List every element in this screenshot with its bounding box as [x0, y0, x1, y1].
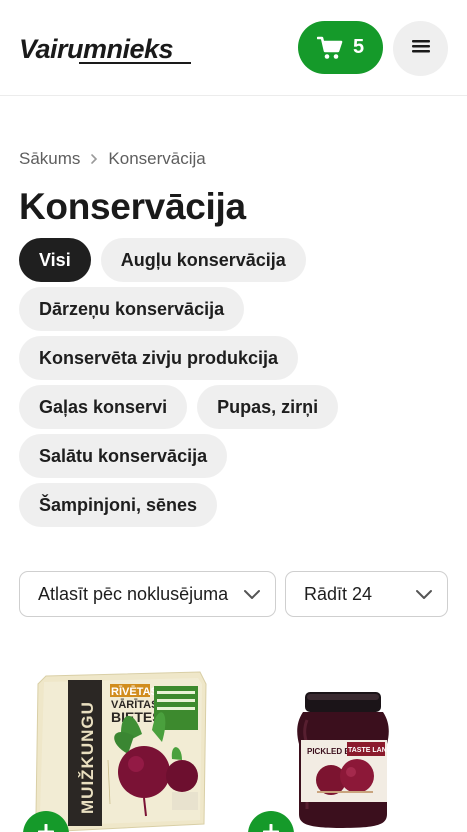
product-image[interactable]: PICKLED BEETS TASTE LAND: [247, 664, 447, 832]
page-title: Konservācija: [19, 186, 246, 227]
jar-brand-text: TASTE LAND: [348, 747, 392, 754]
site-logo[interactable]: Vairumnieks: [19, 30, 195, 68]
hamburger-menu-icon: [411, 38, 431, 59]
logo-wordmark: Vairumnieks: [19, 34, 191, 64]
shopping-cart-icon: [316, 36, 343, 60]
site-header: Vairumnieks 5: [0, 0, 467, 96]
category-chip-galas-konservi[interactable]: Gaļas konservi: [19, 385, 188, 429]
product-card[interactable]: PICKLED BEETS TASTE LAND: [247, 664, 447, 832]
cart-button[interactable]: 5: [298, 21, 383, 74]
plus-icon: [262, 823, 280, 832]
category-chip-auglu-konservacija[interactable]: Augļu konservācija: [100, 238, 306, 282]
category-chip-sampinjoni-senes[interactable]: Šampinjoni, sēnes: [19, 483, 218, 527]
breadcrumb-home-link[interactable]: Sākums: [19, 149, 80, 169]
category-chip-pupas-zirni[interactable]: Pupas, zirņi: [197, 385, 339, 429]
logo-text: Vairumnieks: [19, 34, 174, 64]
plus-icon: [37, 823, 55, 832]
category-chip-darzenu-konservacija[interactable]: Dārzeņu konservācija: [19, 287, 245, 331]
breadcrumb: Sākums Konservācija: [19, 148, 206, 170]
product-card[interactable]: MUIŽKUNGU RĪVĒTAS VĀRĪTAS BIETES: [22, 664, 222, 832]
category-chip-konserveta-zivju-produkcija[interactable]: Konservēta zivju produkcija: [19, 336, 299, 380]
sort-select[interactable]: Atlasīt pēc noklusējuma: [19, 571, 276, 617]
product-brand-text: MUIŽKUNGU: [78, 701, 97, 814]
sort-select-value: Atlasīt pēc noklusējuma: [38, 583, 229, 604]
menu-button[interactable]: [393, 21, 448, 76]
breadcrumb-current-link[interactable]: Konservācija: [108, 149, 205, 169]
chevron-down-icon: [415, 585, 433, 603]
per-page-select-value: Rādīt 24: [304, 583, 373, 604]
product-image[interactable]: MUIŽKUNGU RĪVĒTAS VĀRĪTAS BIETES: [22, 664, 222, 832]
product-pack-line-1: RĪVĒTAS: [111, 686, 158, 698]
category-chip-visi[interactable]: Visi: [19, 238, 91, 282]
cart-count-badge: 5: [352, 36, 365, 58]
chevron-right-icon: [89, 153, 99, 165]
per-page-select[interactable]: Rādīt 24: [285, 571, 448, 617]
chevron-down-icon: [243, 585, 261, 603]
category-chip-salatu-konservacija[interactable]: Salātu konservācija: [19, 434, 228, 478]
category-filter: Visi Augļu konservācija Dārzeņu konservā…: [19, 238, 459, 532]
